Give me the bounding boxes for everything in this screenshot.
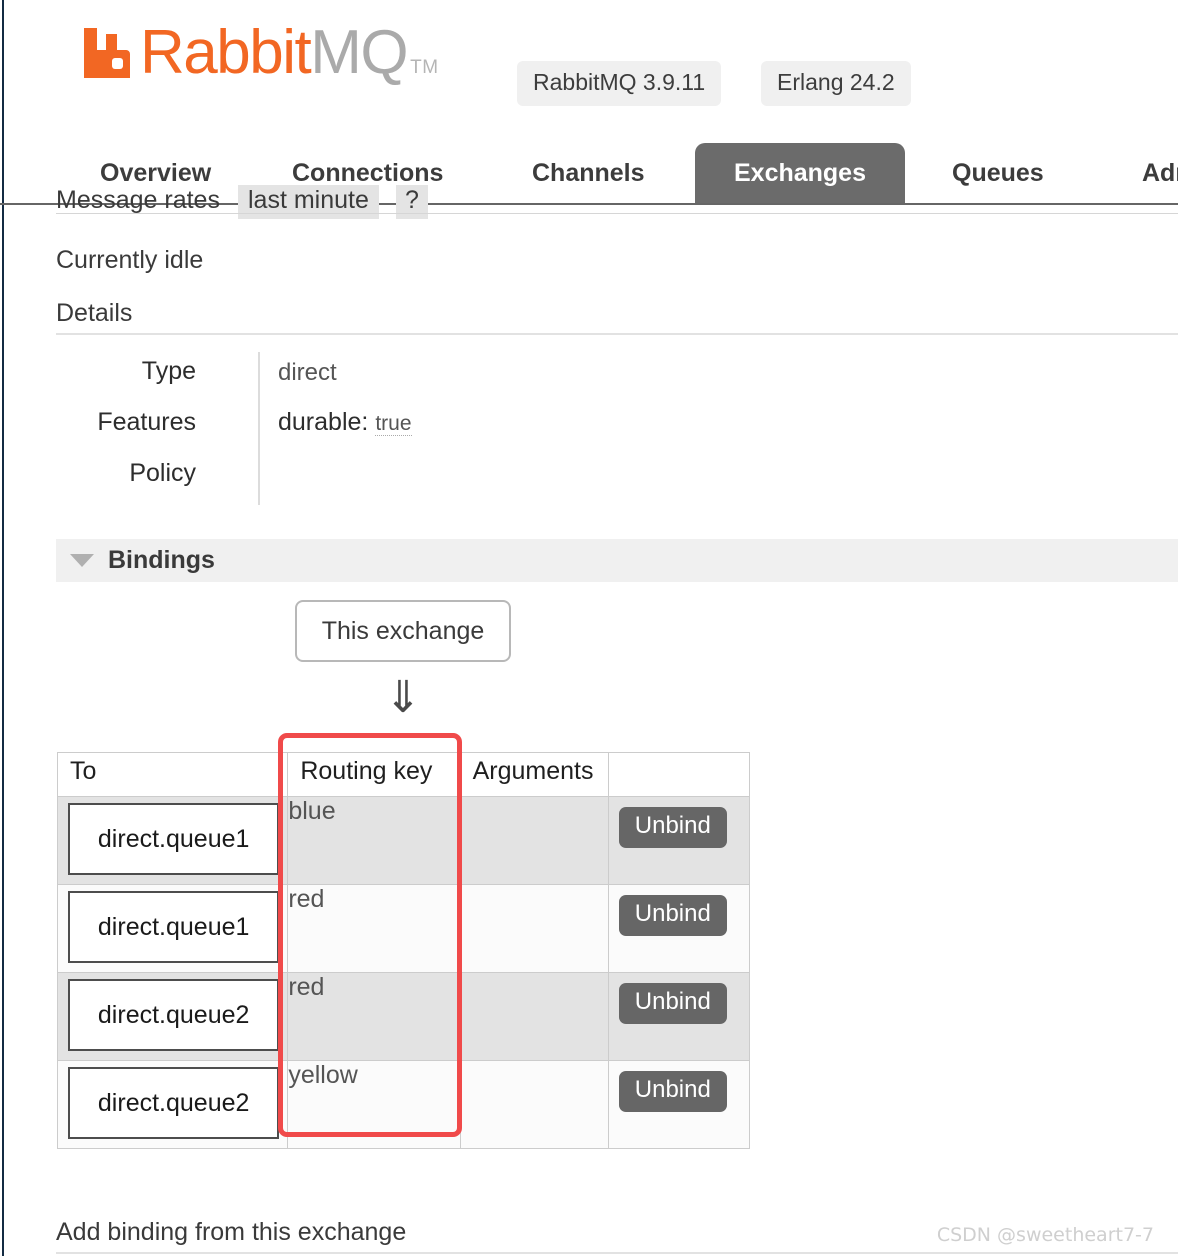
bindings-section-title: Bindings <box>108 546 215 574</box>
cell-routing-key: red <box>287 884 461 973</box>
column-header-actions <box>607 752 751 797</box>
cell-action: Unbind <box>607 972 751 1061</box>
cell-arguments <box>459 796 609 885</box>
details-table: Type direct Features durable: true Polic… <box>56 352 676 505</box>
bindings-section-header[interactable]: Bindings <box>56 539 1178 582</box>
cell-action: Unbind <box>607 1060 751 1149</box>
add-binding-divider <box>56 1252 1178 1254</box>
column-header-arguments: Arguments <box>459 752 609 797</box>
cell-routing-key: red <box>287 972 461 1061</box>
cell-to: direct.queue1 <box>56 796 289 885</box>
detail-row-policy: Policy <box>56 454 676 505</box>
watermark: CSDN @sweetheart7-7 <box>936 1224 1154 1246</box>
rabbitmq-logo-icon <box>78 24 136 82</box>
table-row: direct.queue2 red Unbind <box>56 972 751 1061</box>
queue-link[interactable]: direct.queue2 <box>68 1067 280 1139</box>
column-header-to: To <box>56 752 289 797</box>
rabbitmq-logo[interactable]: Rabbit MQ TM <box>78 22 439 84</box>
cell-action: Unbind <box>607 884 751 973</box>
bindings-table: To Routing key Arguments direct.queue1 b… <box>56 752 751 1149</box>
bindings-table-header-row: To Routing key Arguments <box>56 752 751 797</box>
add-binding-heading: Add binding from this exchange <box>56 1218 407 1246</box>
trademark-symbol: TM <box>410 57 439 78</box>
details-heading: Details <box>56 299 133 327</box>
detail-value-features: durable: true <box>278 408 412 437</box>
cell-arguments <box>459 884 609 973</box>
detail-label-features: Features <box>97 408 196 436</box>
message-rates-label: Message rates <box>56 186 220 214</box>
details-divider <box>56 333 1178 335</box>
unbind-button[interactable]: Unbind <box>618 807 727 848</box>
page-header: Rabbit MQ TM RabbitMQ 3.9.11 Erlang 24.2 <box>0 0 1178 128</box>
unbind-button[interactable]: Unbind <box>618 983 727 1024</box>
cell-arguments <box>459 972 609 1061</box>
feature-durable-value: true <box>375 412 412 436</box>
detail-label-type: Type <box>141 357 196 385</box>
message-rates-bar: Message rates last minute ? <box>56 185 1178 220</box>
logo-text-mq: MQ <box>310 18 408 87</box>
unbind-button[interactable]: Unbind <box>618 895 727 936</box>
cell-to: direct.queue2 <box>56 1060 289 1149</box>
table-row: direct.queue1 blue Unbind <box>56 796 751 885</box>
logo-text-rabbit: Rabbit <box>140 18 312 87</box>
detail-divider-type <box>258 352 260 403</box>
badge-rabbitmq-version: RabbitMQ 3.9.11 <box>517 61 722 106</box>
column-header-routing-key: Routing key <box>287 752 461 797</box>
cell-action: Unbind <box>607 796 751 885</box>
queue-link[interactable]: direct.queue1 <box>68 803 280 875</box>
detail-row-type: Type direct <box>56 352 676 403</box>
message-rates-divider <box>56 213 1178 214</box>
detail-row-features: Features durable: true <box>56 403 676 454</box>
status-currently-idle: Currently idle <box>56 246 204 274</box>
detail-value-type: direct <box>278 359 337 386</box>
detail-divider-features <box>258 403 260 454</box>
feature-durable-key: durable: <box>278 408 369 436</box>
detail-divider-policy <box>258 454 260 505</box>
double-down-arrow-icon: ⇓ <box>384 672 422 723</box>
table-row: direct.queue1 red Unbind <box>56 884 751 973</box>
chevron-down-icon[interactable] <box>70 554 94 567</box>
this-exchange-node: This exchange <box>295 600 511 662</box>
queue-link[interactable]: direct.queue2 <box>68 979 280 1051</box>
cell-routing-key: blue <box>287 796 461 885</box>
queue-link[interactable]: direct.queue1 <box>68 891 280 963</box>
detail-label-policy: Policy <box>129 459 196 487</box>
cell-to: direct.queue2 <box>56 972 289 1061</box>
cell-to: direct.queue1 <box>56 884 289 973</box>
unbind-button[interactable]: Unbind <box>618 1071 727 1112</box>
badge-erlang-version: Erlang 24.2 <box>761 61 911 106</box>
cell-routing-key: yellow <box>287 1060 461 1149</box>
cell-arguments <box>459 1060 609 1149</box>
table-row: direct.queue2 yellow Unbind <box>56 1060 751 1149</box>
